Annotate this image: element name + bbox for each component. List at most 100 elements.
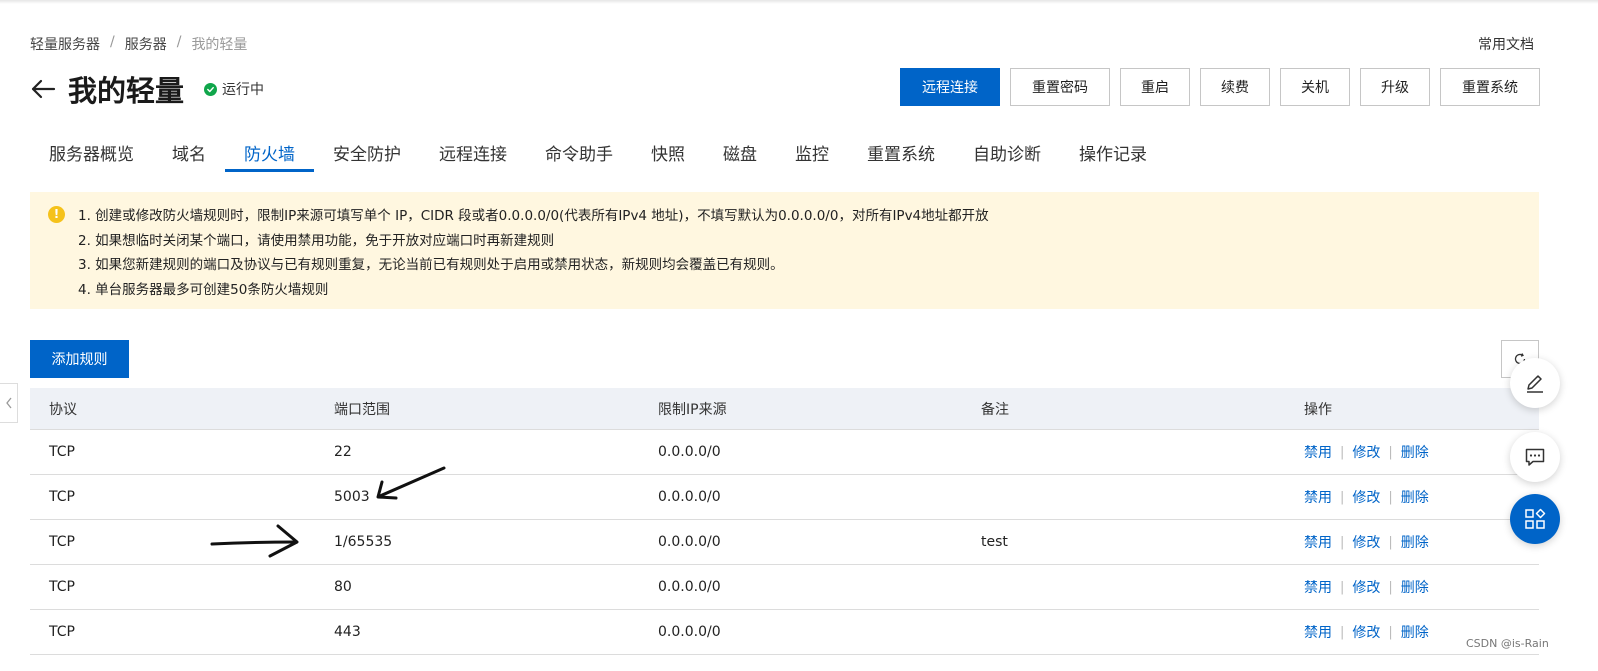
watermark: CSDN @is-Rain [1466,637,1549,650]
tab-security[interactable]: 安全防护 [314,130,420,172]
edit-icon [1527,375,1543,393]
table-row: TCP 80 0.0.0.0/0 禁用 | 修改 | 删除 [30,565,1539,610]
edit-link[interactable]: 修改 [1352,622,1380,642]
cell-port: 443 [334,624,361,640]
cell-source: 0.0.0.0/0 [658,444,721,460]
top-shadow [0,0,1598,4]
column-header-actions: 操作 [1304,401,1332,418]
notice-box: ! 1. 创建或修改防火墙规则时，限制IP来源可填写单个 IP，CIDR 段或者… [30,192,1539,309]
chat-button[interactable] [1510,432,1560,482]
op-separator: | [1340,624,1345,640]
op-separator: | [1388,444,1393,460]
op-separator: | [1388,579,1393,595]
table-row: TCP 1/65535 0.0.0.0/0 test 禁用 | 修改 | 删除 [30,520,1539,565]
firewall-rules-table: 协议 端口范围 限制IP来源 备注 操作 TCP 22 0.0.0.0/0 禁用… [30,388,1539,655]
column-header-protocol: 协议 [49,401,77,418]
delete-link[interactable]: 删除 [1401,622,1429,642]
notice-line: 2. 如果想临时关闭某个端口，请使用禁用功能，免于开放对应端口时再新建规则 [78,232,555,249]
delete-link[interactable]: 删除 [1401,577,1429,597]
apps-icon [1525,508,1546,529]
shutdown-button[interactable]: 关机 [1280,68,1350,106]
tab-overview[interactable]: 服务器概览 [30,130,153,172]
status-text: 运行中 [222,82,265,98]
apps-button[interactable] [1510,494,1560,544]
cell-port: 80 [334,579,352,595]
op-separator: | [1388,489,1393,505]
chevron-left-icon [5,397,12,409]
edit-link[interactable]: 修改 [1352,532,1380,552]
edit-link[interactable]: 修改 [1352,487,1380,507]
breadcrumb-item-current: 我的轻量 [191,37,248,53]
op-separator: | [1340,534,1345,550]
table-row: TCP 5003 0.0.0.0/0 禁用 | 修改 | 删除 [30,475,1539,520]
back-button[interactable] [28,74,58,104]
reset-password-button[interactable]: 重置密码 [1010,68,1110,106]
column-header-port: 端口范围 [334,401,390,418]
cell-source: 0.0.0.0/0 [658,534,721,550]
tab-command-assistant[interactable]: 命令助手 [526,130,632,172]
delete-link[interactable]: 删除 [1401,487,1429,507]
tab-self-diagnosis[interactable]: 自助诊断 [954,130,1060,172]
back-arrow-icon [31,79,56,99]
tab-domain[interactable]: 域名 [153,130,225,172]
column-header-source: 限制IP来源 [658,401,727,418]
edit-link[interactable]: 修改 [1352,442,1380,462]
notice-line: 3. 如果您新建规则的端口及协议与已有规则重复，无论当前已有规则处于启用或禁用状… [78,257,784,273]
remote-connect-button[interactable]: 远程连接 [900,68,1000,106]
cell-note: test [981,534,1008,550]
disable-link[interactable]: 禁用 [1304,487,1332,507]
tab-firewall[interactable]: 防火墙 [225,130,314,172]
cell-protocol: TCP [49,534,75,550]
add-rule-button[interactable]: 添加规则 [30,340,129,378]
cell-actions: 禁用 | 修改 | 删除 [1304,532,1539,552]
tab-disk[interactable]: 磁盘 [704,130,776,172]
warning-icon: ! [48,206,65,223]
cell-actions: 禁用 | 修改 | 删除 [1304,577,1539,597]
breadcrumb-separator: / [110,34,115,50]
status-badge: 运行中 [204,79,264,99]
chat-icon [1525,448,1545,466]
column-header-note: 备注 [981,401,1009,418]
notice-line: 4. 单台服务器最多可创建50条防火墙规则 [78,281,329,298]
table-header: 协议 端口范围 限制IP来源 备注 操作 [30,388,1539,430]
breadcrumb-separator: / [176,34,182,50]
delete-link[interactable]: 删除 [1401,442,1429,462]
cell-source: 0.0.0.0/0 [658,579,721,595]
op-separator: | [1388,624,1393,640]
disable-link[interactable]: 禁用 [1304,532,1332,552]
cell-port: 22 [334,444,352,460]
feedback-edit-button[interactable] [1510,358,1560,408]
upgrade-button[interactable]: 升级 [1360,68,1430,106]
disable-link[interactable]: 禁用 [1304,622,1332,642]
op-separator: | [1340,579,1345,595]
tab-remote-connect[interactable]: 远程连接 [420,130,526,172]
restart-button[interactable]: 重启 [1120,68,1190,106]
tab-reset-system[interactable]: 重置系统 [848,130,954,172]
disable-link[interactable]: 禁用 [1304,577,1332,597]
title-row: 我的轻量 运行中 [28,68,264,110]
disable-link[interactable]: 禁用 [1304,442,1332,462]
cell-port: 5003 [334,489,370,505]
tab-monitor[interactable]: 监控 [776,130,848,172]
tab-bar: 服务器概览 域名 防火墙 安全防护 远程连接 命令助手 快照 磁盘 监控 重置系… [30,130,1166,172]
reset-system-button[interactable]: 重置系统 [1440,68,1540,106]
cell-actions: 禁用 | 修改 | 删除 [1304,442,1539,462]
doc-link[interactable]: 常用文档 [1478,34,1534,54]
renew-button[interactable]: 续费 [1200,68,1270,106]
cell-actions: 禁用 | 修改 | 删除 [1304,487,1539,507]
check-circle-icon [204,82,218,96]
tab-snapshot[interactable]: 快照 [632,130,704,172]
breadcrumb: 轻量服务器 / 服务器 / 我的轻量 [30,34,247,54]
cell-source: 0.0.0.0/0 [658,489,721,505]
breadcrumb-item-lighthouse[interactable]: 轻量服务器 [30,34,100,54]
edit-link[interactable]: 修改 [1352,577,1380,597]
cell-source: 0.0.0.0/0 [658,624,721,640]
breadcrumb-item-servers[interactable]: 服务器 [125,34,167,54]
sidebar-collapse-handle[interactable] [0,383,18,423]
tab-operation-log[interactable]: 操作记录 [1060,130,1166,172]
op-separator: | [1340,444,1345,460]
table-row: TCP 22 0.0.0.0/0 禁用 | 修改 | 删除 [30,430,1539,475]
cell-port: 1/65535 [334,534,393,550]
cell-protocol: TCP [49,579,75,595]
delete-link[interactable]: 删除 [1401,532,1429,552]
